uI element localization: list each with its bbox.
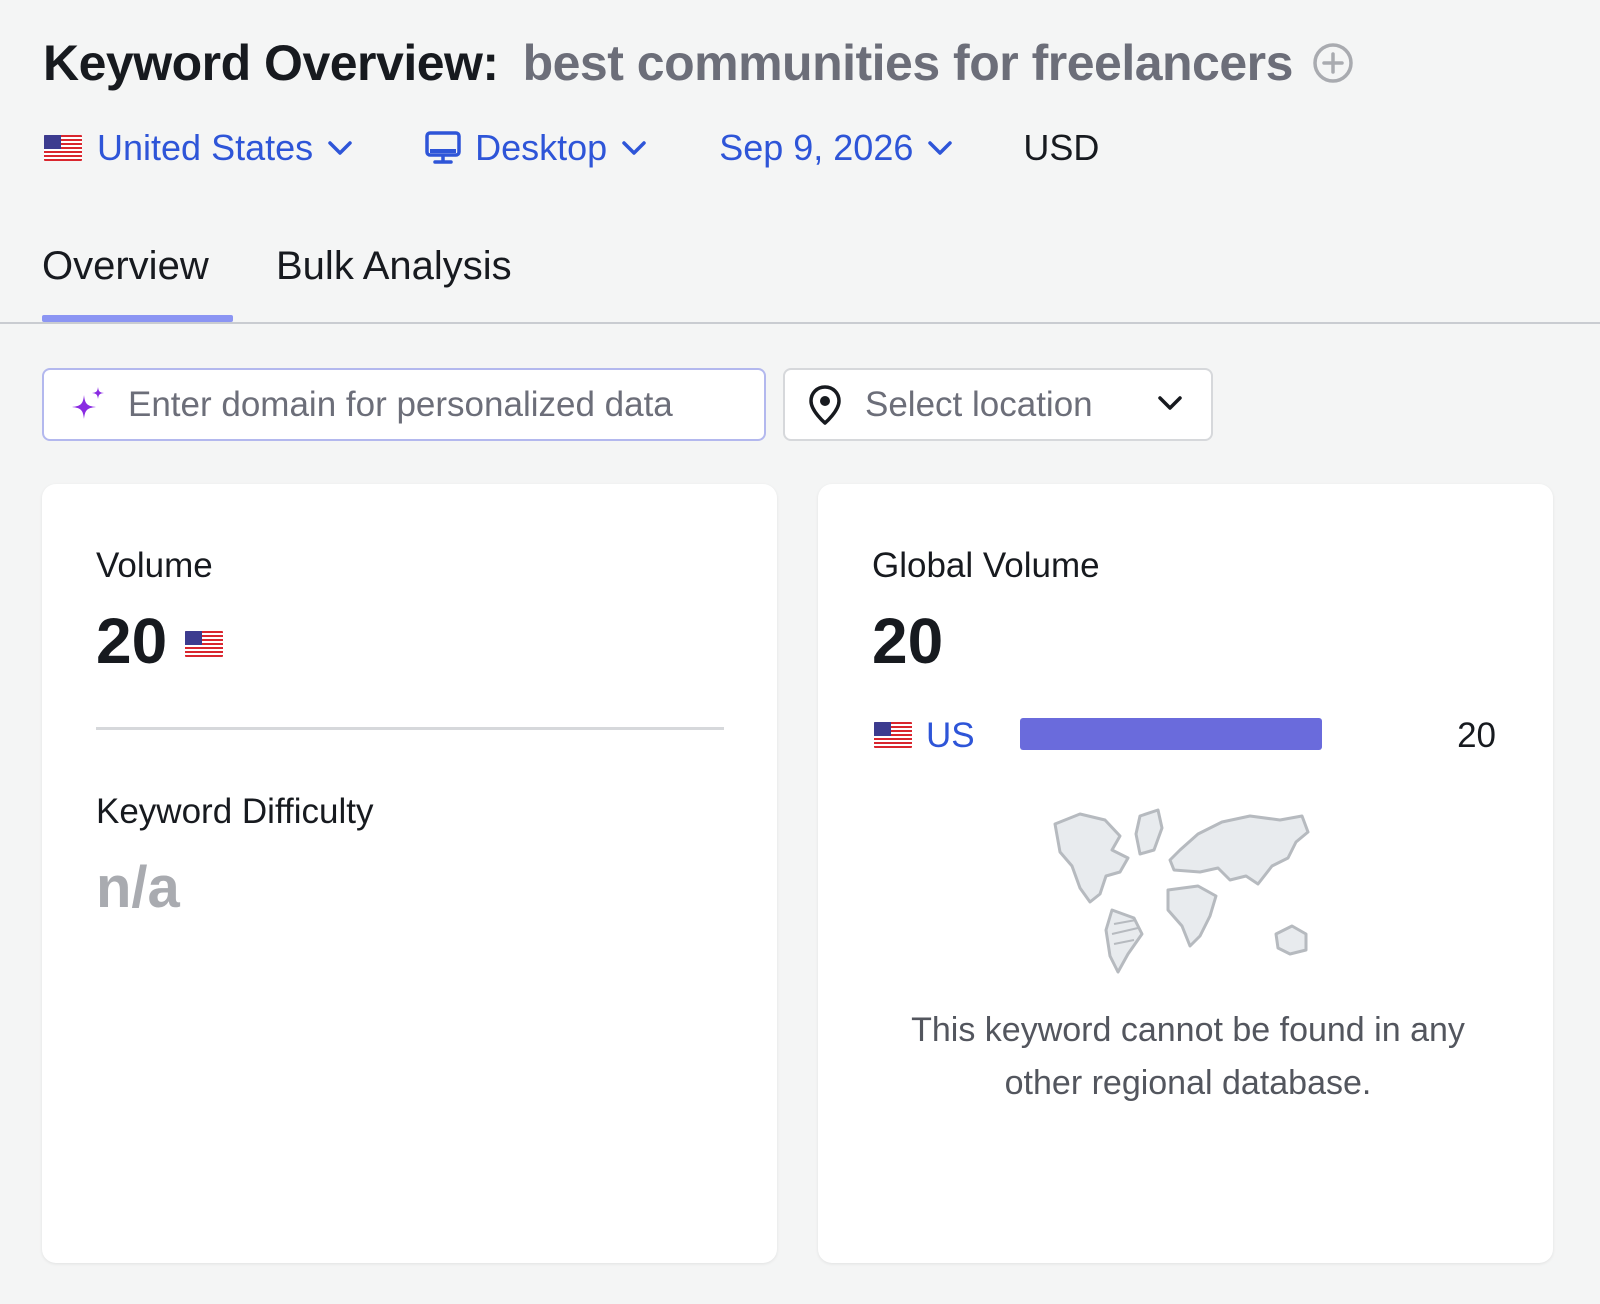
global-volume-value: 20 [872, 605, 944, 677]
sparkle-icon [68, 385, 108, 425]
location-select[interactable]: Select location [783, 368, 1213, 441]
plus-circle-icon[interactable] [1311, 41, 1355, 85]
page-title-row: Keyword Overview: best communities for f… [43, 34, 1355, 92]
country-volume-count: 20 [1457, 716, 1496, 755]
domain-input[interactable] [128, 384, 748, 425]
map-pin-icon [807, 384, 843, 426]
keyword-difficulty-label: Keyword Difficulty [96, 792, 374, 831]
global-volume-label: Global Volume [872, 546, 1100, 585]
date-selector[interactable]: Sep 9, 2026 [719, 127, 953, 169]
global-volume-card: Global Volume 20 US 20 This keyword cann… [818, 484, 1553, 1263]
card-divider [96, 727, 724, 730]
device-selector[interactable]: Desktop [425, 127, 647, 169]
device-label: Desktop [475, 127, 608, 168]
volume-bar [1020, 718, 1322, 750]
desktop-icon [425, 131, 461, 165]
active-tab-indicator [42, 315, 233, 322]
keyword-title: best communities for freelancers [522, 35, 1294, 91]
empty-state-message: This keyword cannot be found in any othe… [911, 1011, 1465, 1102]
keyword-difficulty-value: n/a [96, 855, 180, 920]
volume-card: Volume 20 Keyword Difficulty n/a [42, 484, 777, 1263]
tabs-bar: Overview Bulk Analysis [0, 232, 1600, 325]
chevron-down-icon [621, 139, 647, 157]
domain-input-box[interactable] [42, 368, 766, 441]
country-link-us[interactable]: US [926, 716, 975, 756]
volume-value: 20 [96, 605, 168, 677]
date-label: Sep 9, 2026 [719, 127, 914, 168]
chevron-down-icon [327, 139, 353, 157]
us-flag-icon [874, 722, 912, 748]
us-flag-icon [185, 631, 224, 657]
country-volume-row: US 20 [872, 716, 1502, 756]
volume-bar-fill [1020, 718, 1322, 750]
world-map-icon [1050, 806, 1320, 981]
volume-label: Volume [96, 546, 213, 585]
location-placeholder: Select location [865, 384, 1093, 424]
tab-bulk-analysis[interactable]: Bulk Analysis [276, 244, 512, 289]
tab-overview[interactable]: Overview [42, 244, 209, 289]
currency-label: USD [1023, 127, 1100, 168]
us-flag-icon [44, 135, 82, 161]
page-title: Keyword Overview: [43, 35, 499, 91]
volume-value-row: 20 [96, 604, 224, 678]
country-label: United States [97, 127, 314, 168]
chevron-down-icon [1157, 394, 1183, 412]
chevron-down-icon [927, 139, 953, 157]
country-selector[interactable]: United States [44, 127, 353, 169]
tabs-divider [0, 322, 1600, 324]
filters-bar: United States Desktop Sep 9, 2026 USD [44, 124, 1099, 172]
